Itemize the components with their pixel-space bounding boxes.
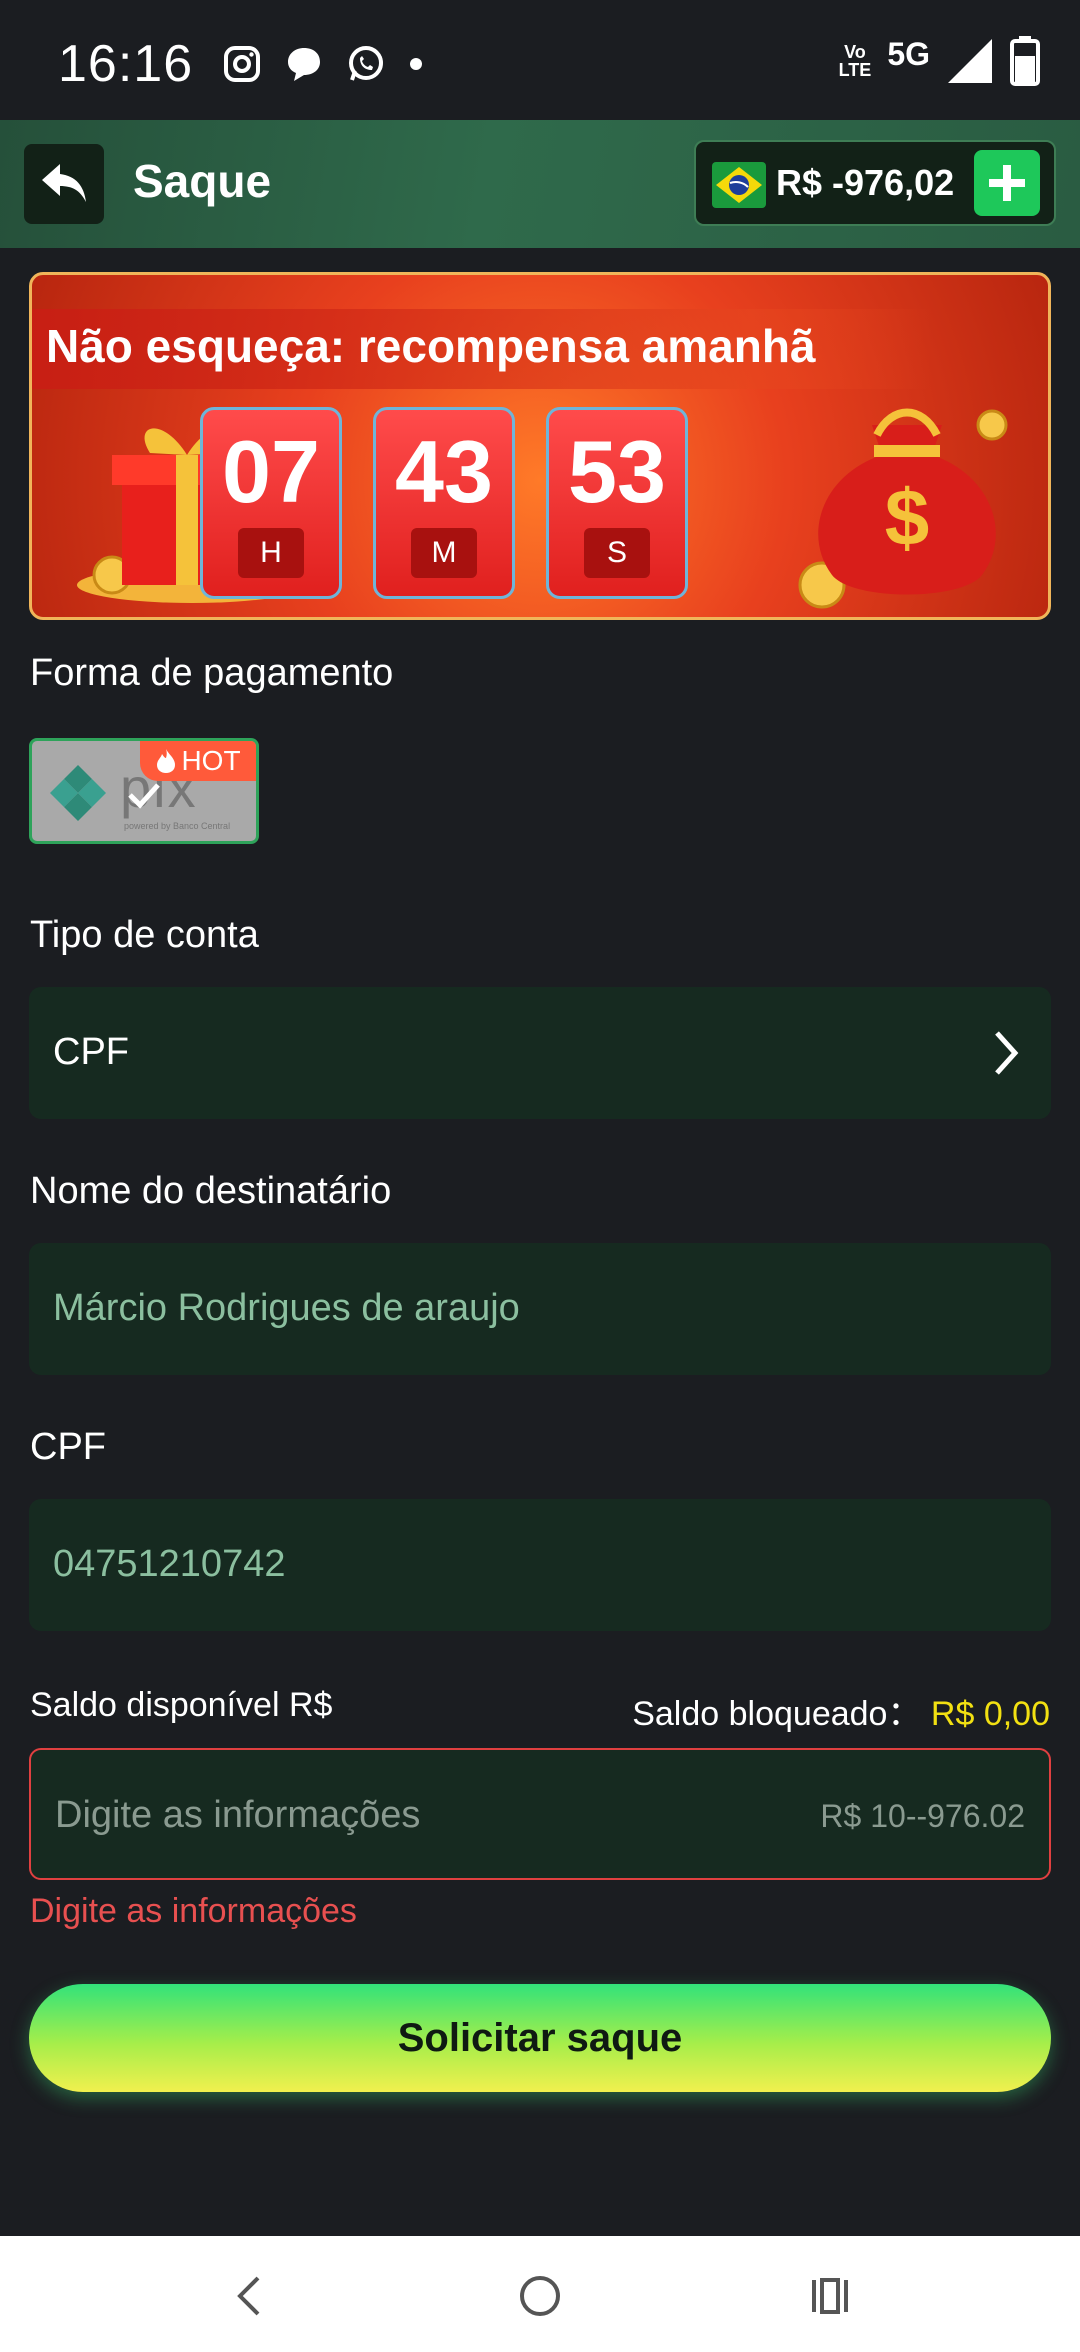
amount-error-message: Digite as informações: [30, 1892, 357, 1930]
hot-badge: HOT: [140, 741, 256, 781]
network-type: 5G: [887, 35, 930, 72]
fire-icon: [157, 749, 176, 773]
payment-method-label: Forma de pagamento: [30, 652, 394, 694]
svg-text:$: $: [885, 473, 930, 562]
pix-payment-option[interactable]: pix powered by Banco Central HOT: [29, 738, 259, 844]
account-type-select[interactable]: CPF: [29, 987, 1051, 1119]
status-bar: 16:16 Vo LTE 5G: [0, 0, 1080, 120]
checkmark-icon: [128, 783, 160, 809]
status-right: Vo LTE 5G: [839, 36, 1040, 86]
app-header: Saque R$ -976,02: [0, 120, 1080, 248]
amount-range: R$ 10--976.02: [820, 1798, 1025, 1834]
brazil-flag-icon: [712, 162, 766, 208]
instagram-icon: [224, 46, 260, 82]
nav-back-icon[interactable]: [228, 2272, 268, 2320]
recipient-name-value: Márcio Rodrigues de araujo: [53, 1287, 520, 1329]
amount-placeholder: Digite as informações: [55, 1794, 421, 1836]
cpf-label: CPF: [30, 1426, 106, 1468]
system-nav-bar: [0, 2236, 1080, 2352]
blocked-balance: Saldo bloqueado： R$ 0,00: [632, 1686, 1050, 1735]
account-type-label: Tipo de conta: [30, 914, 259, 956]
cpf-field[interactable]: 04751210742: [29, 1499, 1051, 1631]
status-time: 16:16: [58, 35, 194, 93]
timer-seconds: 53 S: [546, 407, 688, 599]
timer-hours: 07 H: [200, 407, 342, 599]
banner-title: Não esqueça: recompensa amanhã: [46, 320, 816, 372]
signal-icon: [948, 39, 992, 83]
add-funds-button[interactable]: [974, 150, 1040, 216]
account-type-value: CPF: [53, 1031, 129, 1073]
recipient-name-label: Nome do destinatário: [30, 1170, 392, 1212]
balance-value: R$ -976,02: [776, 162, 955, 203]
timer-minutes: 43 M: [373, 407, 515, 599]
whatsapp-icon: [349, 46, 383, 81]
back-arrow-icon: [42, 164, 86, 202]
dot-icon: [410, 58, 422, 70]
reward-banner[interactable]: Não esqueça: recompensa amanhã $ 07 H 43…: [29, 272, 1051, 620]
volte-indicator: Vo LTE: [838, 42, 872, 80]
available-balance-label: Saldo disponível R$: [30, 1686, 333, 1724]
chevron-right-icon: [995, 1031, 1019, 1075]
back-button[interactable]: [24, 144, 104, 224]
cpf-value: 04751210742: [53, 1543, 286, 1585]
amount-input[interactable]: Digite as informações R$ 10--976.02: [29, 1748, 1051, 1880]
page-title: Saque: [133, 155, 272, 207]
balance-pill[interactable]: R$ -976,02: [694, 140, 1056, 226]
notification-icons: [222, 44, 424, 84]
nav-home-icon[interactable]: [516, 2272, 564, 2320]
nav-recents-icon[interactable]: [808, 2274, 852, 2318]
battery-icon: [1010, 36, 1040, 86]
plus-icon: [989, 165, 1025, 201]
recipient-name-field[interactable]: Márcio Rodrigues de araujo: [29, 1243, 1051, 1375]
money-bag-icon: $: [798, 408, 1008, 609]
blocked-balance-value: R$ 0,00: [930, 1695, 1050, 1733]
pix-logo-icon: [50, 765, 106, 821]
request-withdrawal-button[interactable]: Solicitar saque: [29, 1984, 1051, 2092]
pix-subtitle: powered by Banco Central: [124, 821, 231, 831]
chat-bubble-icon: [288, 48, 320, 81]
blocked-balance-label: Saldo bloqueado：: [632, 1695, 922, 1733]
